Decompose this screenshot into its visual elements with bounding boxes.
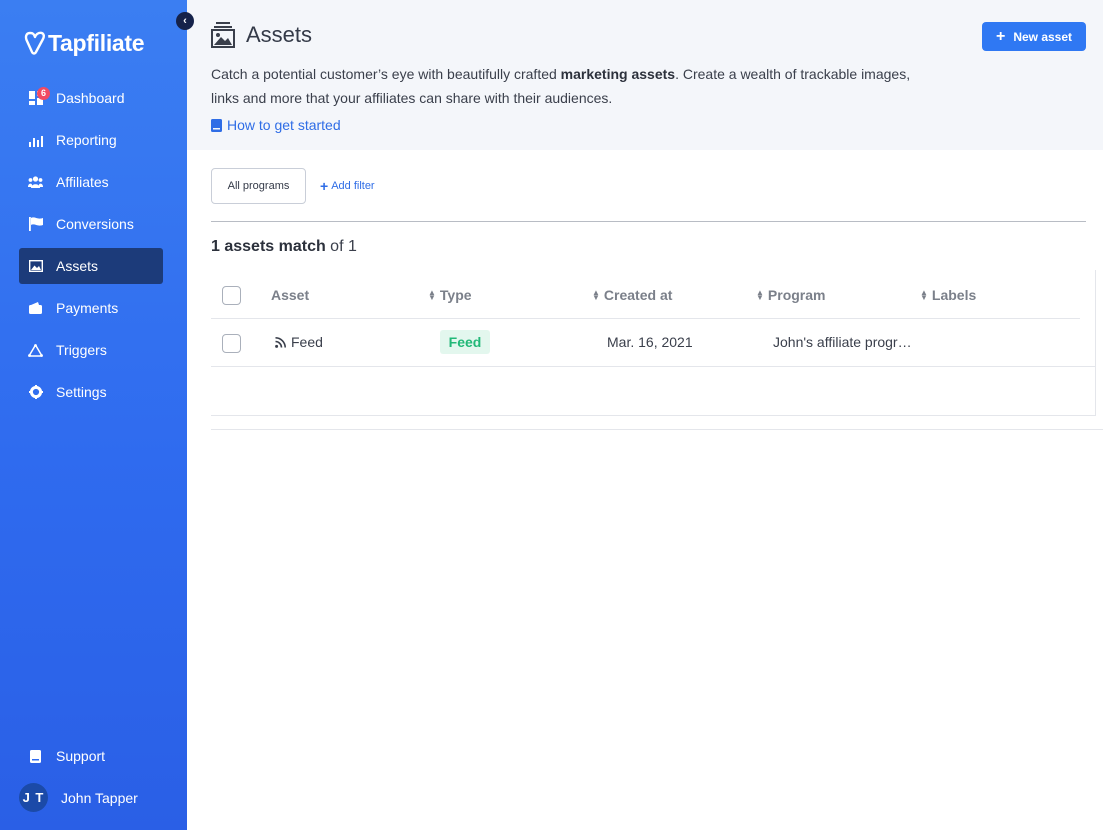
column-header-asset[interactable]: Asset <box>271 287 309 303</box>
triangle-icon <box>28 343 43 358</box>
sidebar-item-affiliates[interactable]: Affiliates <box>19 164 163 200</box>
book-icon <box>28 749 43 764</box>
new-asset-button[interactable]: + New asset <box>982 22 1086 51</box>
divider <box>211 221 1086 222</box>
sidebar-item-label: Reporting <box>56 132 117 148</box>
sidebar-item-label: Dashboard <box>56 90 125 106</box>
notification-badge: 6 <box>37 87 50 100</box>
how-to-label: How to get started <box>227 117 341 133</box>
intro-text-bold: marketing assets <box>560 66 676 82</box>
sidebar-item-settings[interactable]: Settings <box>19 374 163 410</box>
type-badge: Feed <box>440 330 490 354</box>
column-header-label: Type <box>439 287 472 303</box>
asset-cell[interactable]: Feed <box>275 334 323 350</box>
table-row[interactable]: Feed Feed Mar. 16, 2021 John's affiliate… <box>211 319 1096 367</box>
plus-icon: + <box>995 27 1006 45</box>
sidebar-item-dashboard[interactable]: 6 Dashboard <box>19 80 163 116</box>
program-filter-button[interactable]: All programs <box>211 168 306 204</box>
created-at-cell: Mar. 16, 2021 <box>607 334 693 350</box>
sidebar-item-conversions[interactable]: Conversions <box>19 206 163 242</box>
sort-icon: ▲ ▼ <box>592 288 600 302</box>
logo[interactable]: Tapfiliate <box>24 29 145 57</box>
intro-text-start: Catch a potential customer’s eye with be… <box>211 66 561 82</box>
sidebar-nav: 6 Dashboard Reporting Affiliates Convers… <box>19 80 163 416</box>
bar-chart-icon <box>28 133 43 148</box>
add-filter-label: Add filter <box>331 180 375 192</box>
rss-icon <box>275 336 286 348</box>
page-title: Assets <box>246 22 313 47</box>
column-header-created-at[interactable]: ▲ ▼ Created at <box>592 287 672 303</box>
column-header-label: Labels <box>931 287 977 303</box>
sidebar-item-assets[interactable]: Assets <box>19 248 163 284</box>
new-asset-label: New asset <box>1013 29 1073 44</box>
table-bottom-border <box>211 429 1103 430</box>
add-filter-link[interactable]: + Add filter <box>320 179 375 193</box>
table-header: Asset ▲ ▼ Type ▲ ▼ Created at ▲ ▼ Program ▲ ▼ La… <box>211 270 1080 319</box>
image-icon <box>28 259 43 274</box>
sort-icon: ▲ ▼ <box>428 288 436 302</box>
results-count: 1 assets match of 1 <box>211 238 357 256</box>
support-link[interactable]: Support <box>28 748 105 764</box>
program-cell: John's affiliate progr… <box>773 334 912 350</box>
sidebar-item-label: Payments <box>56 300 119 316</box>
chevron-left-icon[interactable]: ‹ <box>176 12 194 30</box>
plus-icon: + <box>320 178 329 194</box>
how-to-get-started-link[interactable]: How to get started <box>211 117 341 133</box>
row-checkbox[interactable] <box>222 334 241 353</box>
column-header-program[interactable]: ▲ ▼ Program <box>756 287 826 303</box>
sidebar-item-label: Affiliates <box>56 174 109 190</box>
column-header-label: Program <box>767 287 826 303</box>
tapfiliate-logo-icon <box>24 31 45 55</box>
sidebar-item-triggers[interactable]: Triggers <box>19 332 163 368</box>
gear-icon <box>28 385 43 400</box>
select-all-checkbox[interactable] <box>222 286 241 305</box>
intro-text: Catch a potential customer’s eye with be… <box>211 62 941 110</box>
assets-table: Asset ▲ ▼ Type ▲ ▼ Created at ▲ ▼ Program ▲ ▼ La… <box>211 270 1096 416</box>
sort-icon: ▲ ▼ <box>756 288 764 302</box>
page-header: Assets + New asset Catch a potential cus… <box>187 0 1103 150</box>
flag-icon <box>28 217 43 232</box>
logo-text: Tapfiliate <box>48 29 145 56</box>
sidebar-item-label: Settings <box>56 384 107 400</box>
sidebar-item-label: Assets <box>56 258 99 274</box>
book-icon <box>211 118 222 132</box>
page-title-row: Assets <box>211 22 312 48</box>
sidebar-item-label: Conversions <box>56 216 134 232</box>
sidebar-item-label: Triggers <box>56 342 107 358</box>
user-menu[interactable]: J T John Tapper <box>19 783 138 812</box>
sidebar-item-reporting[interactable]: Reporting <box>19 122 163 158</box>
column-header-label: Created at <box>603 287 673 303</box>
user-name: John Tapper <box>61 789 138 806</box>
column-header-type[interactable]: ▲ ▼ Type <box>428 287 472 303</box>
results-count-bold: 1 assets match <box>211 238 326 255</box>
column-header-labels[interactable]: ▲ ▼ Labels <box>920 287 976 303</box>
support-label: Support <box>56 748 106 764</box>
users-icon <box>28 175 43 190</box>
asset-name: Feed <box>291 334 323 350</box>
avatar: J T <box>19 783 48 812</box>
assets-stack-icon <box>211 22 235 48</box>
results-count-total: of 1 <box>325 238 357 255</box>
sidebar-item-payments[interactable]: Payments <box>19 290 163 326</box>
sort-icon: ▲ ▼ <box>920 288 928 302</box>
wallet-icon <box>28 301 43 316</box>
sidebar: Tapfiliate 6 Dashboard Reporting Affilia… <box>0 0 187 830</box>
